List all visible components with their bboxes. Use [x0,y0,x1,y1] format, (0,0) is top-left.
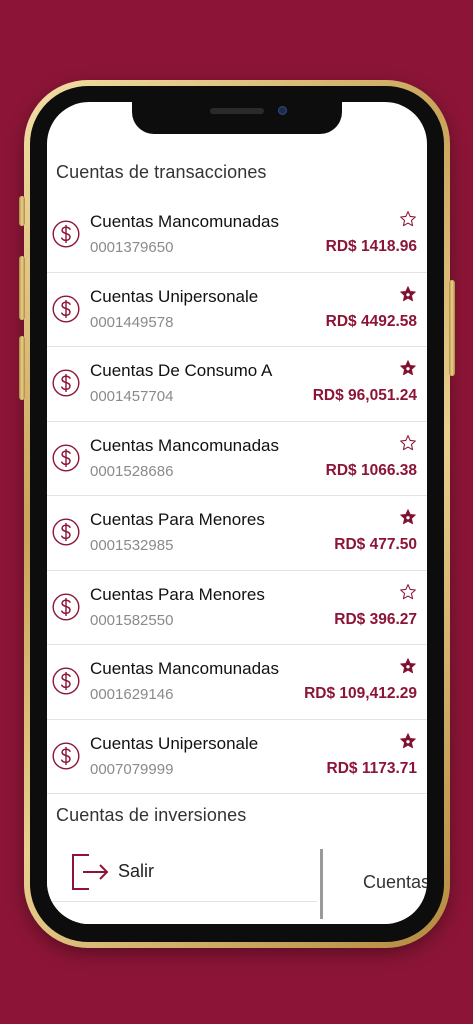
account-name: Cuentas Mancomunadas [90,435,280,455]
dollar-circle-icon [52,667,80,695]
menu-vertical-divider[interactable] [320,849,323,919]
account-balance: RD$ 477.50 [334,536,417,553]
app-screen: Cuentas de transacciones Cuentas Mancomu… [47,102,427,924]
menu-divider [47,901,317,902]
star-icon[interactable] [399,434,417,452]
star-icon[interactable] [399,657,417,675]
star-icon[interactable] [399,508,417,526]
account-number: 0001449578 [90,313,174,331]
account-number: 0001379650 [90,239,174,256]
exit-menu-item[interactable]: Salir [47,847,317,901]
star-icon[interactable] [399,583,417,601]
account-number: 0001532985 [90,537,174,554]
account-number: 0001457704 [90,388,174,405]
volume-up-button [19,256,25,320]
account-row[interactable]: Cuentas Unipersonale 0007079999 RD$ 1173.7… [47,720,427,794]
account-row[interactable]: Cuentas Para Menores 0001582550 RD$ 396.27 [47,571,427,645]
account-name: Cuentas Mancomunadas [90,212,280,231]
account-name: Cuentas Unipersonale [90,286,259,306]
investments-section-title: Cuentas de inversiones [56,805,247,825]
account-row[interactable]: Cuentas Mancomunadas 0001379650 RD$ 1418.9… [47,198,427,273]
star-icon[interactable] [399,210,417,228]
account-balance: RD$ 1173.71 [326,759,418,777]
account-balance: RD$ 1066.38 [325,461,417,479]
accounts-list: Cuentas Mancomunadas 0001379650 RD$ 1418.9… [47,198,427,794]
dollar-circle-icon [52,369,80,397]
star-icon[interactable] [399,359,417,377]
account-name: Cuentas Para Menores [90,510,265,529]
account-row[interactable]: Cuentas De Consumo A 0001457704 RD$ 96,051… [47,347,427,422]
account-balance: RD$ 4492.58 [325,312,417,330]
account-balance: RD$ 396.27 [334,610,417,628]
account-number: 0001582550 [90,611,174,629]
dollar-circle-icon [52,741,80,770]
account-row[interactable]: Cuentas Unipersonale 0001449578 RD$ 4492.5… [47,273,427,347]
silent-switch [19,196,25,226]
exit-icon [72,854,109,890]
speaker-grille [210,108,264,114]
account-number: 0001629146 [90,686,174,703]
dollar-circle-icon [52,294,80,323]
dollar-circle-icon [52,518,80,546]
power-button [449,280,455,376]
star-icon[interactable] [399,285,417,303]
dollar-circle-icon [52,592,80,621]
exit-label: Salir [118,861,155,881]
volume-down-button [19,336,25,400]
account-balance: RD$ 1418.96 [325,238,417,255]
account-name: Cuentas Para Menores [90,584,265,604]
notch [132,94,342,134]
account-number: 0001528686 [90,462,174,480]
account-name: Cuentas Unipersonale [90,733,259,753]
star-icon[interactable] [399,732,417,750]
account-number: 0007079999 [90,760,174,778]
account-name: Cuentas Mancomunadas [90,659,280,678]
account-row[interactable]: Cuentas Mancomunadas 0001629146 RD$ 109,41… [47,645,427,720]
side-menu-panel: Salir [47,847,323,924]
dollar-circle-icon [52,443,80,472]
account-row[interactable]: Cuentas Para Menores 0001532985 RD$ 477.50 [47,496,427,571]
account-row[interactable]: Cuentas Mancomunadas 0001528686 RD$ 1066.3… [47,422,427,496]
transactions-section-title: Cuentas de transacciones [56,162,267,182]
account-balance: RD$ 96,051.24 [312,387,417,404]
account-name: Cuentas De Consumo A [90,361,273,380]
front-camera [278,106,287,115]
accounts-peek-label: Cuentas [363,872,427,892]
dollar-circle-icon [52,220,80,248]
account-balance: RD$ 109,412.29 [304,685,417,702]
